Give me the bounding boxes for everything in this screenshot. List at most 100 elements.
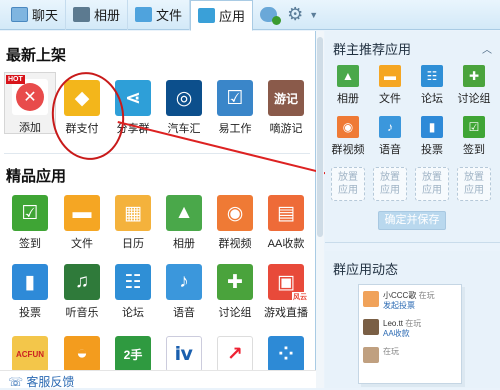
feedback-link[interactable]: ☏ 客服反馈 xyxy=(8,373,74,390)
app-music[interactable]: ♫ 听音乐 xyxy=(56,264,108,320)
dynamics-panel: 群应用动态 小CCC歌 在玩 发起投票 Leo.tt 在玩 AA收款 在玩 xyxy=(325,251,500,388)
app-game-live[interactable]: ▣ 风云 游戏直播 xyxy=(260,264,312,320)
voice-icon: ♪ xyxy=(166,264,202,300)
app-list-panel: 最新上架 HOT ✕ 添加 ◆ 群支付 ⋖ 分享群 ◎ 汽车汇 ☑ 易工作 游记… xyxy=(0,31,316,388)
scrollbar[interactable] xyxy=(316,31,324,388)
tab-label: 应用 xyxy=(219,8,246,24)
app-label: 相册 xyxy=(173,238,195,250)
app-label: 日历 xyxy=(122,238,144,250)
app-label: 游戏直播 xyxy=(264,307,308,319)
feed-item[interactable]: Leo.tt 在玩 AA收款 xyxy=(363,317,459,341)
feed-item[interactable]: 在玩 xyxy=(363,345,459,369)
app-file[interactable]: ▬ 文件 xyxy=(56,195,108,251)
app-dots[interactable]: ⁘ xyxy=(260,336,312,372)
feed-name: 在玩 xyxy=(383,347,399,356)
folder-icon xyxy=(135,7,153,22)
app-label: 语音 xyxy=(173,307,195,319)
trend-icon: ↗ xyxy=(217,336,253,372)
voice-icon: ♪ xyxy=(379,116,401,138)
dynamics-feed: 小CCC歌 在玩 发起投票 Leo.tt 在玩 AA收款 在玩 xyxy=(358,284,462,384)
photo-icon: ▲ xyxy=(166,195,202,231)
app-acfun[interactable]: ACFUN xyxy=(4,336,56,372)
car-icon: ◎ xyxy=(166,80,202,116)
scrollbar-thumb[interactable] xyxy=(317,37,323,237)
tab-chat[interactable]: 聊天 xyxy=(4,0,67,30)
app-discussion[interactable]: ✚ 讨论组 xyxy=(209,264,261,320)
app-label: 嘀游记 xyxy=(269,123,303,135)
app-voice[interactable]: ♪ 语音 xyxy=(158,264,210,320)
recommend-panel: 群主推荐应用 ︿ ▲ 相册 ▬ 文件 ☷ 论坛 ✚ 讨论组 ◉ 群视频 ♪ 语音… xyxy=(325,31,500,243)
app-car[interactable]: ◎ 汽车汇 xyxy=(158,80,210,136)
add-icon: HOT ✕ xyxy=(6,75,48,115)
app-video[interactable]: ◉ 群视频 xyxy=(209,195,261,251)
game-icon: ▣ 风云 xyxy=(268,264,308,302)
app-forum[interactable]: ☷ 论坛 xyxy=(107,264,159,320)
app-label: 讨论组 xyxy=(457,93,491,105)
feed-item[interactable]: 小CCC歌 在玩 发起投票 xyxy=(363,289,459,313)
file-icon: ▬ xyxy=(64,195,100,231)
empty-slot[interactable]: 放置 应用 xyxy=(373,167,407,201)
empty-slot[interactable]: 放置 应用 xyxy=(457,167,491,201)
footer: ☏ 客服反馈 xyxy=(0,370,316,390)
app-add[interactable]: HOT ✕ 添加 xyxy=(4,72,56,134)
app-calendar[interactable]: ▦ 日历 xyxy=(107,195,159,251)
app-work[interactable]: ☑ 易工作 xyxy=(209,80,261,136)
app-travel[interactable]: 游记 嘀游记 xyxy=(260,80,312,136)
app-label: 听音乐 xyxy=(65,307,99,319)
app-label: 签到 xyxy=(463,144,485,156)
food-icon: ◒ xyxy=(64,336,100,372)
add-member-button[interactable]: ⚙ ▼ xyxy=(253,0,325,30)
app-label: 群视频 xyxy=(218,238,252,250)
add-member-icon xyxy=(260,7,282,25)
rec-app-forum[interactable]: ☷ 论坛 xyxy=(413,65,451,106)
rec-app-file[interactable]: ▬ 文件 xyxy=(371,65,409,106)
divider xyxy=(4,153,310,154)
gear-icon[interactable]: ⚙ xyxy=(287,4,303,25)
app-label: 投票 xyxy=(421,144,443,156)
tab-label: 聊天 xyxy=(32,8,59,23)
rec-app-photo[interactable]: ▲ 相册 xyxy=(329,65,367,106)
recommend-title: 群主推荐应用 xyxy=(333,42,412,57)
chevron-down-icon[interactable]: ▼ xyxy=(309,10,318,20)
feed-message: AA收款 xyxy=(383,329,410,338)
music-icon: ♫ xyxy=(64,264,100,300)
empty-slot[interactable]: 放置 应用 xyxy=(415,167,449,201)
save-button[interactable]: 确定并保存 xyxy=(378,211,446,230)
checkin-icon: ☑ xyxy=(463,116,485,138)
right-panel: 群主推荐应用 ︿ ▲ 相册 ▬ 文件 ☷ 论坛 ✚ 讨论组 ◉ 群视频 ♪ 语音… xyxy=(325,31,500,388)
app-aa[interactable]: ▤ AA收款 xyxy=(260,195,312,251)
discussion-icon: ✚ xyxy=(463,65,485,87)
tab-files[interactable]: 文件 xyxy=(128,0,191,30)
app-label: 语音 xyxy=(379,144,401,156)
app-vote[interactable]: ▮ 投票 xyxy=(4,264,56,320)
calendar-icon: ▦ xyxy=(115,195,151,231)
discussion-icon: ✚ xyxy=(217,264,253,300)
tab-bar: 聊天 相册 文件 应用 ⚙ ▼ xyxy=(0,0,500,31)
app-stock[interactable]: ⅳ xyxy=(158,336,210,372)
tab-album[interactable]: 相册 xyxy=(66,0,129,30)
rec-app-discussion[interactable]: ✚ 讨论组 xyxy=(455,65,493,106)
app-label: 群视频 xyxy=(331,144,365,156)
travel-icon: 游记 xyxy=(268,80,304,116)
app-label: 投票 xyxy=(19,307,41,319)
app-photo[interactable]: ▲ 相册 xyxy=(158,195,210,251)
rec-app-vote[interactable]: ▮ 投票 xyxy=(413,116,451,157)
app-checkin[interactable]: ☑ 签到 xyxy=(4,195,56,251)
tab-label: 文件 xyxy=(156,8,183,23)
collapse-icon[interactable]: ︿ xyxy=(482,41,492,56)
vote-icon: ▮ xyxy=(12,264,48,300)
feedback-label: 客服反馈 xyxy=(26,375,75,389)
forum-icon: ☷ xyxy=(421,65,443,87)
rec-app-checkin[interactable]: ☑ 签到 xyxy=(455,116,493,157)
forum-icon: ☷ xyxy=(115,264,151,300)
rec-app-voice[interactable]: ♪ 语音 xyxy=(371,116,409,157)
app-trend[interactable]: ↗ xyxy=(209,336,261,372)
app-food[interactable]: ◒ xyxy=(56,336,108,372)
tab-apps[interactable]: 应用 xyxy=(190,0,254,31)
app-label: 论坛 xyxy=(122,307,144,319)
photo-icon: ▲ xyxy=(337,65,359,87)
app-secondhand[interactable]: 2手 xyxy=(107,336,159,372)
empty-slot[interactable]: 放置 应用 xyxy=(331,167,365,201)
app-label: 讨论组 xyxy=(218,307,252,319)
rec-app-video[interactable]: ◉ 群视频 xyxy=(329,116,367,157)
